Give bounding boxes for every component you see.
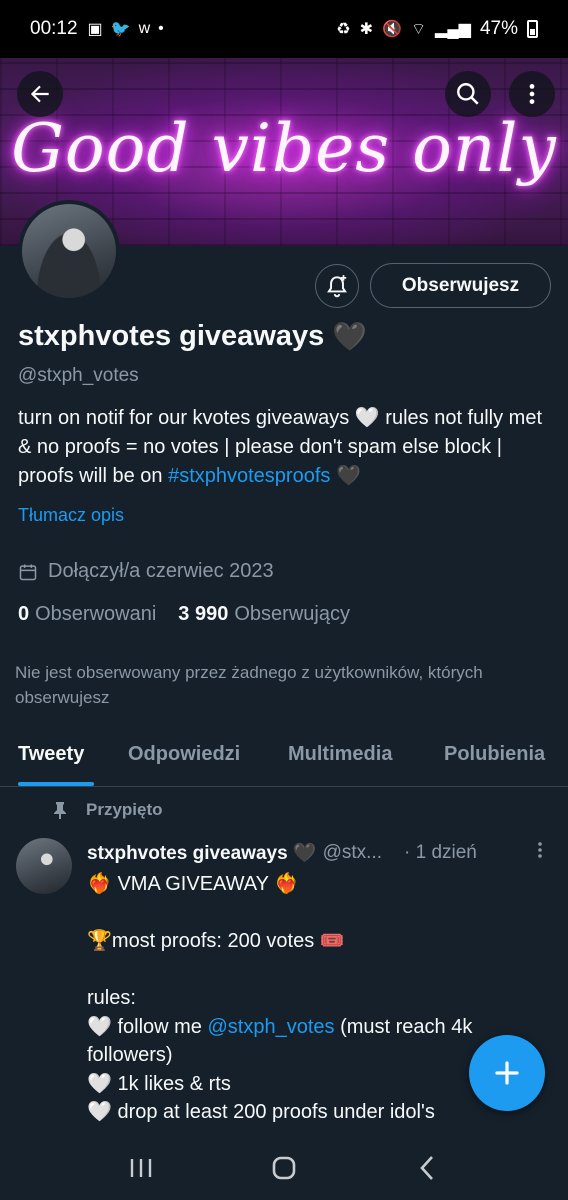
vertical-dots-icon — [529, 84, 535, 104]
tab-media[interactable]: Multimedia — [288, 725, 392, 766]
tweet-author-avatar[interactable] — [16, 838, 72, 894]
tab-replies[interactable]: Odpowiedzi — [128, 725, 240, 766]
profile-name: stxphvotes giveaways — [18, 320, 325, 352]
banner-neon-text: Good vibes only — [11, 110, 557, 187]
tweet-mention-link[interactable]: @stxph_votes — [208, 1016, 335, 1038]
followers-label: Obserwujący — [234, 603, 350, 625]
battery-percent: 47% — [479, 18, 518, 39]
tweet-author-name[interactable]: stxphvotes giveaways 🖤 — [87, 841, 317, 865]
mute-icon: 🔇 — [382, 21, 402, 38]
back-button[interactable] — [17, 71, 63, 117]
not-followed-notice: Nie jest obserwowany przez żadnego z uży… — [15, 663, 483, 707]
search-icon — [457, 83, 479, 105]
tab-tweets[interactable]: Tweety — [18, 725, 84, 766]
w-app-icon: w — [138, 20, 151, 37]
bio-end: 🖤 — [330, 465, 361, 487]
profile-tabs: Tweety Odpowiedzi Multimedia Polubienia — [0, 725, 568, 787]
wifi-icon: ⌔ — [410, 21, 427, 38]
tweet-author-handle[interactable]: @stx... — [323, 842, 382, 864]
twitter-icon: 🐦 — [110, 21, 131, 38]
tweet-line: 🏆most proofs: 200 votes 🎟️ — [87, 930, 345, 952]
plus-icon — [495, 1061, 519, 1085]
chevron-left-icon — [419, 1155, 433, 1180]
tweet-line: rules: — [87, 987, 136, 1009]
profile-avatar[interactable] — [18, 200, 120, 302]
joined-date: Dołączył/a czerwiec 2023 — [18, 560, 274, 583]
gallery-icon: ▣ — [87, 21, 103, 38]
back-nav-button[interactable] — [407, 1148, 447, 1188]
black-heart-icon: 🖤 — [332, 321, 368, 352]
calendar-icon — [19, 564, 37, 580]
notifications-bell-button[interactable] — [315, 264, 359, 308]
pinned-label: Przypięto — [86, 800, 163, 819]
status-time: 00:12 — [30, 18, 78, 39]
vertical-dots-icon — [538, 842, 542, 858]
recent-apps-button[interactable] — [121, 1148, 161, 1188]
tweet-header: stxphvotes giveaways 🖤 @stx... · 1 dzień — [87, 840, 547, 866]
profile-handle: @stxph_votes — [18, 365, 139, 386]
system-navigation-bar — [0, 1135, 568, 1200]
status-notification-icons: ▣ 🐦 w • — [88, 19, 164, 39]
active-tab-indicator — [18, 782, 94, 786]
tweet-line: 🤍 1k likes & rts — [87, 1072, 231, 1095]
tweet-more-button[interactable] — [533, 840, 547, 866]
status-bar: 00:12 ▣ 🐦 w • ♻ ✱ 🔇 ⌔ ▂▄▆ 47% — [0, 0, 568, 58]
tab-likes[interactable]: Polubienia — [444, 725, 545, 766]
bluetooth-icon: ✱ — [359, 21, 374, 38]
more-options-button[interactable] — [509, 71, 555, 117]
followers-stat[interactable]: 3 990 Obserwujący — [178, 603, 350, 626]
battery-saver-icon: ♻ — [336, 21, 351, 38]
profile-bio: turn on notif for our kvotes giveaways 🤍… — [18, 404, 548, 491]
bio-hashtag-link[interactable]: #stxphvotesproofs — [168, 465, 330, 487]
following-label: Obserwowani — [35, 603, 157, 625]
tweet-line: 🤍 drop at least 200 proofs under idol's — [87, 1101, 435, 1123]
tweet-line: ❤️‍🔥 VMA GIVEAWAY ❤️‍🔥 — [87, 873, 300, 895]
recent-apps-icon — [131, 1158, 152, 1177]
followers-count: 3 990 — [178, 603, 229, 625]
tweet-line: 🤍 follow me — [87, 1015, 208, 1038]
search-button[interactable] — [445, 71, 491, 117]
home-button[interactable] — [264, 1148, 304, 1188]
arrow-left-icon — [30, 85, 49, 103]
compose-tweet-button[interactable] — [469, 1035, 545, 1111]
pin-icon — [54, 802, 66, 819]
translate-bio-link[interactable]: Tłumacz opis — [18, 505, 124, 526]
pinned-indicator: Przypięto — [52, 800, 163, 820]
following-stat[interactable]: 0 Obserwowani — [18, 603, 156, 626]
dot-icon: • — [158, 20, 164, 37]
profile-name-row: stxphvotes giveaways 🖤 — [18, 320, 367, 353]
following-button[interactable]: Obserwujesz — [370, 263, 551, 308]
battery-icon — [527, 20, 538, 38]
joined-text: Dołączył/a czerwiec 2023 — [48, 560, 274, 582]
tweet-time[interactable]: · 1 dzień — [404, 842, 477, 864]
follow-stats: 0 Obserwowani 3 990 Obserwujący — [18, 603, 350, 626]
bell-plus-icon — [327, 275, 347, 298]
signal-icon: ▂▄▆ — [435, 21, 471, 38]
home-icon — [272, 1156, 296, 1179]
following-count: 0 — [18, 603, 30, 625]
status-system-icons: ♻ ✱ 🔇 ⌔ ▂▄▆ 47% — [336, 18, 538, 40]
